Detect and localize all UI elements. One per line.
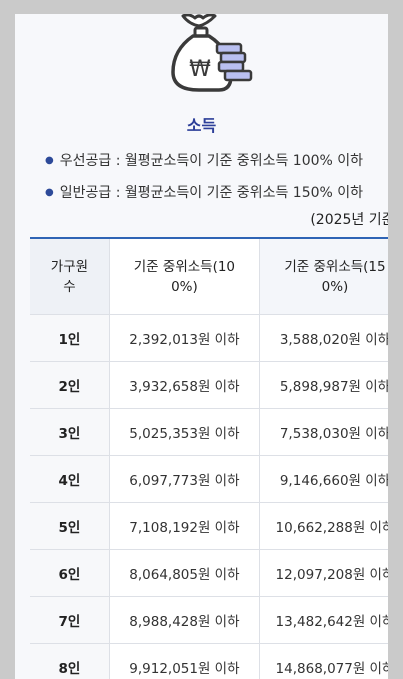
median-150-cell: 10,662,288원 이하 (259, 502, 388, 550)
table-row: 4인 6,097,773원 이하 9,146,660원 이하 (30, 455, 388, 503)
median-100-cell: 3,932,658원 이하 (109, 361, 260, 409)
basis-note: (2025년 기준) (310, 212, 388, 228)
table-row: 7인 8,988,428원 이하 13,482,642원 이하 (30, 596, 388, 644)
bullet-icon: ● (45, 155, 54, 166)
median-100-cell: 6,097,773원 이하 (109, 455, 260, 503)
table-row: 1인 2,392,013원 이하 3,588,020원 이하 (30, 314, 388, 362)
list-item: ● 우선공급 : 월평균소득이 기준 중위소득 100% 이하 (45, 153, 364, 169)
table-row: 5인 7,108,192원 이하 10,662,288원 이하 (30, 502, 388, 550)
table-row: 6인 8,064,805원 이하 12,097,208원 이하 (30, 549, 388, 597)
table-row: 2인 3,932,658원 이하 5,898,987원 이하 (30, 361, 388, 409)
household-size-cell: 3인 (30, 408, 110, 456)
section-title: 소득 (186, 116, 217, 135)
median-100-cell: 8,988,428원 이하 (109, 596, 260, 644)
won-symbol: ₩ (189, 57, 211, 82)
table-row: 3인 5,025,353원 이하 7,538,030원 이하 (30, 408, 388, 456)
median-150-cell: 9,146,660원 이하 (259, 455, 388, 503)
header-median-150: 기준 중위소득(15 0%) (259, 238, 388, 315)
median-100-cell: 5,025,353원 이하 (109, 408, 260, 456)
header-median-100: 기준 중위소득(10 0%) (109, 238, 260, 315)
median-150-cell: 13,482,642원 이하 (259, 596, 388, 644)
money-bag-icon: ₩ (169, 14, 257, 100)
median-100-cell: 9,912,051원 이하 (109, 643, 260, 679)
header-household-size: 가구원 수 (30, 238, 110, 315)
household-size-cell: 1인 (30, 314, 110, 362)
household-size-cell: 2인 (30, 361, 110, 409)
median-150-cell: 14,868,077원 이하 (259, 643, 388, 679)
median-150-cell: 3,588,020원 이하 (259, 314, 388, 362)
median-150-cell: 12,097,208원 이하 (259, 549, 388, 597)
median-150-cell: 7,538,030원 이하 (259, 408, 388, 456)
household-size-cell: 8인 (30, 643, 110, 679)
bullet-icon: ● (45, 187, 54, 198)
list-item: ● 일반공급 : 월평균소득이 기준 중위소득 150% 이하 (45, 185, 364, 201)
household-size-cell: 7인 (30, 596, 110, 644)
income-card: ₩ 소득 ● 우선공급 : 월평균소득이 기준 중위소득 100% 이하 ● 일반공… (15, 14, 388, 679)
median-100-cell: 8,064,805원 이하 (109, 549, 260, 597)
table-header-row: 가구원 수 기준 중위소득(10 0%) 기준 중위소득(15 0%) (30, 238, 388, 315)
household-size-cell: 6인 (30, 549, 110, 597)
median-100-cell: 7,108,192원 이하 (109, 502, 260, 550)
table-row: 8인 9,912,051원 이하 14,868,077원 이하 (30, 643, 388, 679)
household-size-cell: 5인 (30, 502, 110, 550)
eligibility-list: ● 우선공급 : 월평균소득이 기준 중위소득 100% 이하 ● 일반공급 : 월… (45, 150, 388, 214)
median-150-cell: 5,898,987원 이하 (259, 361, 388, 409)
household-size-cell: 4인 (30, 455, 110, 503)
income-table: 가구원 수 기준 중위소득(10 0%) 기준 중위소득(15 0%) 1인 2,392… (30, 237, 388, 679)
median-100-cell: 2,392,013원 이하 (109, 314, 260, 362)
